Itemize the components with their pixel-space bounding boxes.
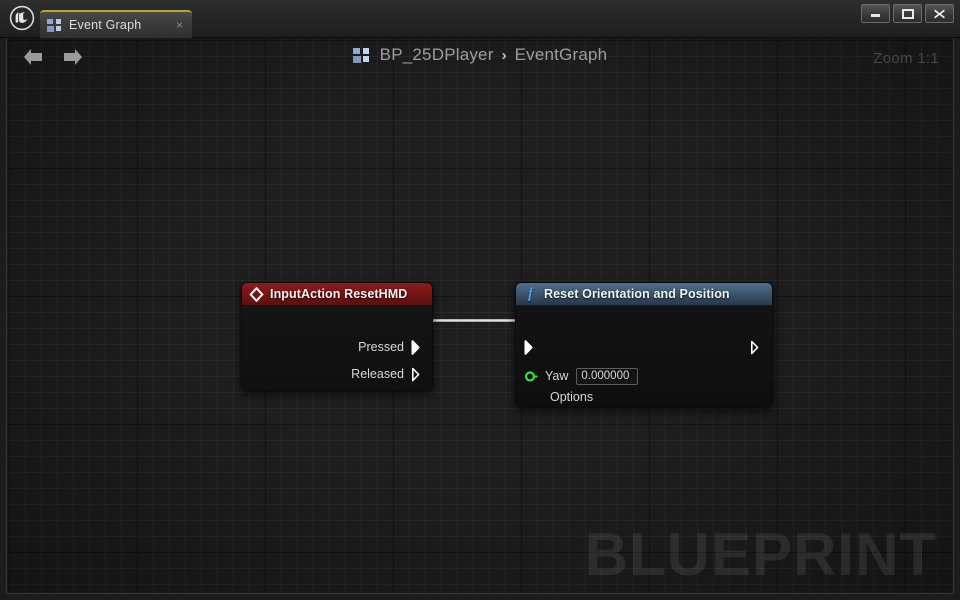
tab-event-graph[interactable]: Event Graph × [40, 10, 192, 38]
graph-canvas[interactable]: BLUEPRINT BP_25DPlayer › EventGraph Zoom… [6, 38, 954, 594]
maximize-button[interactable] [893, 4, 922, 23]
chevron-right-icon: › [501, 46, 507, 64]
pin-released[interactable]: Released [351, 365, 424, 383]
minimize-button[interactable] [861, 4, 890, 23]
event-diamond-icon [249, 286, 264, 302]
node-title: InputAction ResetHMD [270, 287, 408, 301]
pin-pressed[interactable]: Pressed [358, 338, 424, 356]
pin-label: Released [351, 367, 404, 381]
float-pin-icon[interactable] [524, 370, 538, 383]
pin-label: Pressed [358, 340, 404, 354]
node-header[interactable]: InputAction ResetHMD [242, 283, 432, 306]
node-input-action-reset-hmd[interactable]: InputAction ResetHMD Pressed Released [241, 282, 433, 391]
yaw-input[interactable]: 0.000000 [576, 367, 639, 385]
graph-toolbar: BP_25DPlayer › EventGraph Zoom 1:1 [7, 38, 953, 76]
options-label: Options [550, 390, 594, 404]
options-group: Options Orientation and Position [546, 390, 714, 408]
exec-pin-filled-icon[interactable] [411, 339, 424, 355]
breadcrumb-current[interactable]: EventGraph [515, 45, 608, 65]
pin-exec-out[interactable] [750, 338, 763, 356]
exec-wire-pressed-to-function[interactable] [427, 319, 523, 322]
window-controls [861, 4, 954, 23]
options-dropdown[interactable]: Orientation and Position [546, 407, 714, 408]
node-body: Pressed Released [242, 306, 432, 390]
exec-pin-filled-icon[interactable] [524, 339, 537, 355]
breadcrumb-parent[interactable]: BP_25DPlayer [380, 45, 494, 65]
node-reset-orientation-and-position[interactable]: f Reset Orientation and Position Yaw 0.0… [515, 282, 773, 408]
pin-exec-in[interactable] [524, 338, 537, 356]
tab-close-icon[interactable]: × [176, 19, 183, 31]
node-header[interactable]: f Reset Orientation and Position [516, 283, 772, 306]
function-f-icon: f [528, 285, 533, 302]
exec-pin-outline-icon[interactable] [411, 367, 424, 382]
pin-yaw[interactable]: Yaw 0.000000 [524, 367, 639, 385]
exec-pin-outline-icon[interactable] [750, 340, 763, 355]
graph-grid [7, 38, 953, 593]
pin-label: Yaw [545, 369, 569, 383]
close-button[interactable] [925, 4, 954, 23]
breadcrumb: BP_25DPlayer › EventGraph [7, 45, 953, 65]
zoom-level-label: Zoom 1:1 [873, 50, 939, 67]
tab-label: Event Graph [69, 18, 142, 32]
title-bar: Event Graph × [0, 0, 960, 38]
unreal-engine-logo-icon [8, 4, 36, 32]
node-title: Reset Orientation and Position [544, 287, 730, 301]
blueprint-editor-window: Event Graph × BLUEPRINT BP_25DPlayer › E… [0, 0, 960, 600]
blueprint-tab-icon [47, 18, 62, 32]
maximize-icon [902, 9, 914, 19]
node-body: Yaw 0.000000 Options Orientation and Pos… [516, 306, 772, 407]
blueprint-watermark: BLUEPRINT [584, 521, 937, 588]
minimize-icon [871, 14, 880, 17]
blueprint-icon [352, 47, 370, 63]
close-icon [934, 9, 945, 18]
